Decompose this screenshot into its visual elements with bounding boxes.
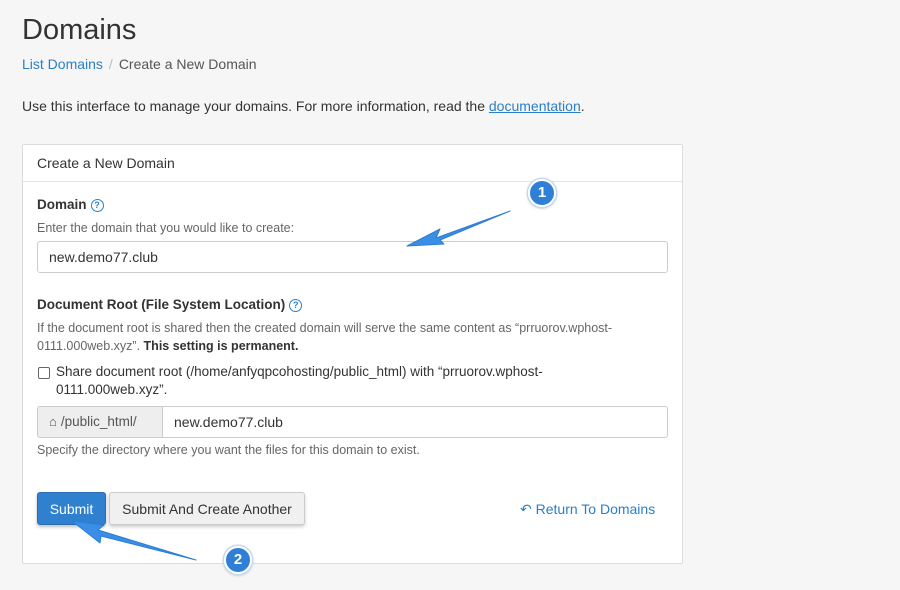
docroot-prefix: ⌂/public_html/	[37, 406, 162, 438]
domain-label: Domain?	[37, 197, 104, 212]
intro-end: .	[580, 98, 585, 114]
docroot-prefix-text: /public_html/	[60, 414, 137, 429]
domain-input[interactable]	[37, 241, 668, 273]
home-icon: ⌂	[49, 414, 57, 429]
documentation-link[interactable]: documentation	[489, 98, 581, 114]
help-icon[interactable]: ?	[289, 299, 303, 312]
share-docroot-checkbox[interactable]	[38, 367, 50, 379]
return-arrow-icon: ↶	[520, 501, 532, 517]
intro-sentence: Use this interface to manage your domain…	[22, 98, 489, 114]
submit-and-create-another-button[interactable]: Submit And Create Another	[109, 492, 305, 525]
domain-label-text: Domain	[37, 197, 87, 212]
help-icon[interactable]: ?	[90, 199, 104, 212]
breadcrumb-list-domains-link[interactable]: List Domains	[22, 56, 103, 72]
page-title: Domains	[22, 14, 137, 46]
panel-heading: Create a New Domain	[23, 145, 682, 182]
docroot-hint: Specify the directory where you want the…	[37, 443, 420, 457]
domain-hint: Enter the domain that you would like to …	[37, 221, 295, 235]
breadcrumb-separator: /	[108, 56, 113, 72]
submit-button[interactable]: Submit	[37, 492, 106, 525]
docroot-permanent-note: This setting is permanent.	[143, 339, 299, 353]
docroot-description: If the document root is shared then the …	[37, 319, 657, 355]
docroot-desc-text: If the document root is shared then the …	[37, 321, 613, 353]
create-domain-panel: Create a New Domain Domain? Enter the do…	[22, 144, 683, 564]
breadcrumb-current: Create a New Domain	[118, 56, 257, 72]
docroot-label: Document Root (File System Location)?	[37, 297, 303, 312]
annotation-badge-2: 2	[224, 546, 252, 574]
share-docroot-label[interactable]: Share document root (/home/anfyqpcohosti…	[56, 363, 616, 399]
docroot-label-text: Document Root (File System Location)	[37, 297, 286, 312]
docroot-input[interactable]	[162, 406, 668, 438]
annotation-badge-1: 1	[528, 179, 556, 207]
intro-text: Use this interface to manage your domain…	[22, 98, 585, 114]
breadcrumb: List Domains / Create a New Domain	[22, 56, 257, 72]
return-to-domains-link[interactable]: ↶ Return To Domains	[520, 501, 655, 518]
return-link-text: Return To Domains	[535, 501, 656, 517]
